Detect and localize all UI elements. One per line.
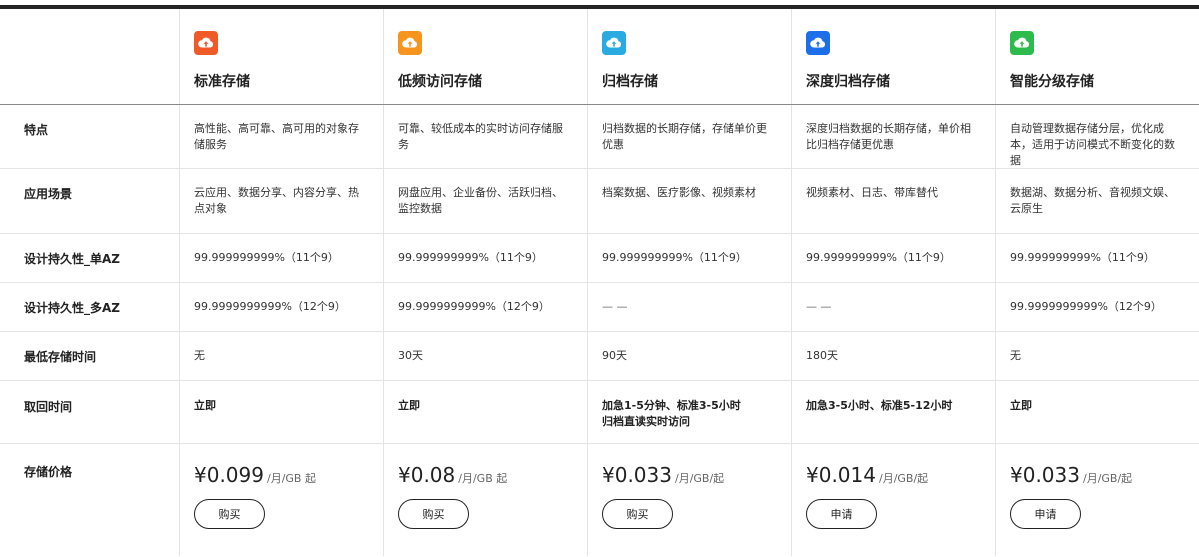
- row-label: 特点: [24, 123, 49, 137]
- cell-text: 90天: [602, 349, 627, 362]
- cell-text: 99.999999999%（11个9）: [194, 251, 339, 264]
- cell-text: 立即: [398, 399, 420, 412]
- price-unit: /月/GB/起: [1082, 472, 1133, 485]
- cell-text: 加急3-5小时、标准5-12小时: [806, 399, 953, 412]
- price-unit: /月/GB 起: [266, 472, 316, 485]
- product-name: 深度归档存储: [806, 74, 890, 90]
- row-label: 存储价格: [24, 465, 73, 479]
- cell-text: 可靠、较低成本的实时访问存储服务: [398, 122, 563, 151]
- header-empty-cell: [0, 9, 180, 104]
- table-row-retrieval-time: 取回时间 立即 立即 加急1-5分钟、标准3-5小时 归档直读实时访问 加急3-…: [0, 381, 1199, 444]
- product-name: 低频访问存储: [398, 74, 482, 90]
- row-label: 设计持久性_多AZ: [24, 301, 120, 315]
- price-unit: /月/GB/起: [878, 472, 929, 485]
- header-infrequent: 低频访问存储: [384, 9, 588, 104]
- cell-text: 深度归档数据的长期存储，单价相比归档存储更优惠: [806, 122, 971, 151]
- cell-text: — —: [806, 300, 832, 313]
- cell-text: 99.9999999999%（12个9）: [194, 300, 346, 313]
- price-value: ¥0.033: [602, 463, 672, 487]
- row-label: 取回时间: [24, 400, 73, 414]
- table-row-price: 存储价格 ¥0.099 /月/GB 起 购买 ¥0.08 /月/GB 起 购买 …: [0, 444, 1199, 556]
- table-row-durability-single-az: 设计持久性_单AZ 99.999999999%（11个9） 99.9999999…: [0, 234, 1199, 283]
- table-row-durability-multi-az: 设计持久性_多AZ 99.9999999999%（12个9） 99.999999…: [0, 283, 1199, 332]
- row-label: 最低存储时间: [24, 350, 97, 364]
- buy-button[interactable]: 购买: [398, 499, 469, 529]
- buy-button[interactable]: 购买: [194, 499, 265, 529]
- price-unit: /月/GB/起: [674, 472, 725, 485]
- product-name: 标准存储: [194, 74, 250, 90]
- header-intelligent-tiering: 智能分级存储: [996, 9, 1199, 104]
- price: ¥0.033 /月/GB/起: [602, 463, 777, 487]
- cloud-upload-icon: [1010, 31, 1034, 55]
- cloud-upload-icon: [398, 31, 422, 55]
- cell-text: — —: [602, 300, 628, 313]
- product-name: 归档存储: [602, 74, 658, 90]
- price: ¥0.033 /月/GB/起: [1010, 463, 1185, 487]
- cell-text: 数据湖、数据分析、音视频文娱、云原生: [1010, 186, 1175, 215]
- table-row-scene: 应用场景 云应用、数据分享、内容分享、热点对象 网盘应用、企业备份、活跃归档、监…: [0, 169, 1199, 234]
- table-header-row: 标准存储 低频访问存储 归档存储 深度归档存储 智能分级存储: [0, 9, 1199, 105]
- cell-text: 立即: [194, 399, 216, 412]
- cell-text: 99.999999999%（11个9）: [806, 251, 951, 264]
- row-label: 应用场景: [24, 187, 73, 201]
- cell-text: 归档直读实时访问: [602, 415, 690, 428]
- cell-text: 加急1-5分钟、标准3-5小时: [602, 399, 741, 412]
- header-archive: 归档存储: [588, 9, 792, 104]
- price: ¥0.099 /月/GB 起: [194, 463, 369, 487]
- apply-button[interactable]: 申请: [806, 499, 877, 529]
- cell-text: 无: [1010, 349, 1021, 362]
- cell-text: 立即: [1010, 399, 1032, 412]
- cell-text: 99.999999999%（11个9）: [398, 251, 543, 264]
- cell-text: 无: [194, 349, 205, 362]
- price: ¥0.08 /月/GB 起: [398, 463, 573, 487]
- cell-text: 档案数据、医疗影像、视频素材: [602, 186, 756, 199]
- header-standard: 标准存储: [180, 9, 384, 104]
- row-label: 设计持久性_单AZ: [24, 252, 120, 266]
- cell-text: 自动管理数据存储分层，优化成本，适用于访问模式不断变化的数据: [1010, 122, 1175, 167]
- buy-button[interactable]: 购买: [602, 499, 673, 529]
- cell-text: 云应用、数据分享、内容分享、热点对象: [194, 186, 359, 215]
- cell-text: 99.9999999999%（12个9）: [398, 300, 550, 313]
- cell-text: 归档数据的长期存储，存储单价更优惠: [602, 122, 767, 151]
- price: ¥0.014 /月/GB/起: [806, 463, 981, 487]
- cell-text: 99.9999999999%（12个9）: [1010, 300, 1162, 313]
- cell-text: 高性能、高可靠、高可用的对象存储服务: [194, 122, 359, 151]
- table-row-feature: 特点 高性能、高可靠、高可用的对象存储服务 可靠、较低成本的实时访问存储服务 归…: [0, 105, 1199, 169]
- cloud-upload-icon: [602, 31, 626, 55]
- price-value: ¥0.099: [194, 463, 264, 487]
- cloud-upload-icon: [194, 31, 218, 55]
- cloud-upload-icon: [806, 31, 830, 55]
- product-name: 智能分级存储: [1010, 74, 1094, 90]
- cell-text: 99.999999999%（11个9）: [602, 251, 747, 264]
- cell-text: 30天: [398, 349, 423, 362]
- cell-text: 99.999999999%（11个9）: [1010, 251, 1155, 264]
- apply-button[interactable]: 申请: [1010, 499, 1081, 529]
- header-deep-archive: 深度归档存储: [792, 9, 996, 104]
- cell-text: 网盘应用、企业备份、活跃归档、监控数据: [398, 186, 563, 215]
- cell-text: 180天: [806, 349, 838, 362]
- price-unit: /月/GB 起: [458, 472, 508, 485]
- storage-comparison-table: 标准存储 低频访问存储 归档存储 深度归档存储 智能分级存储 特点 高性能、高可…: [0, 9, 1199, 556]
- top-border: [0, 0, 1199, 9]
- price-value: ¥0.033: [1010, 463, 1080, 487]
- table-row-min-storage-time: 最低存储时间 无 30天 90天 180天 无: [0, 332, 1199, 381]
- cell-text: 视频素材、日志、带库替代: [806, 186, 938, 199]
- price-value: ¥0.08: [398, 463, 456, 487]
- price-value: ¥0.014: [806, 463, 876, 487]
